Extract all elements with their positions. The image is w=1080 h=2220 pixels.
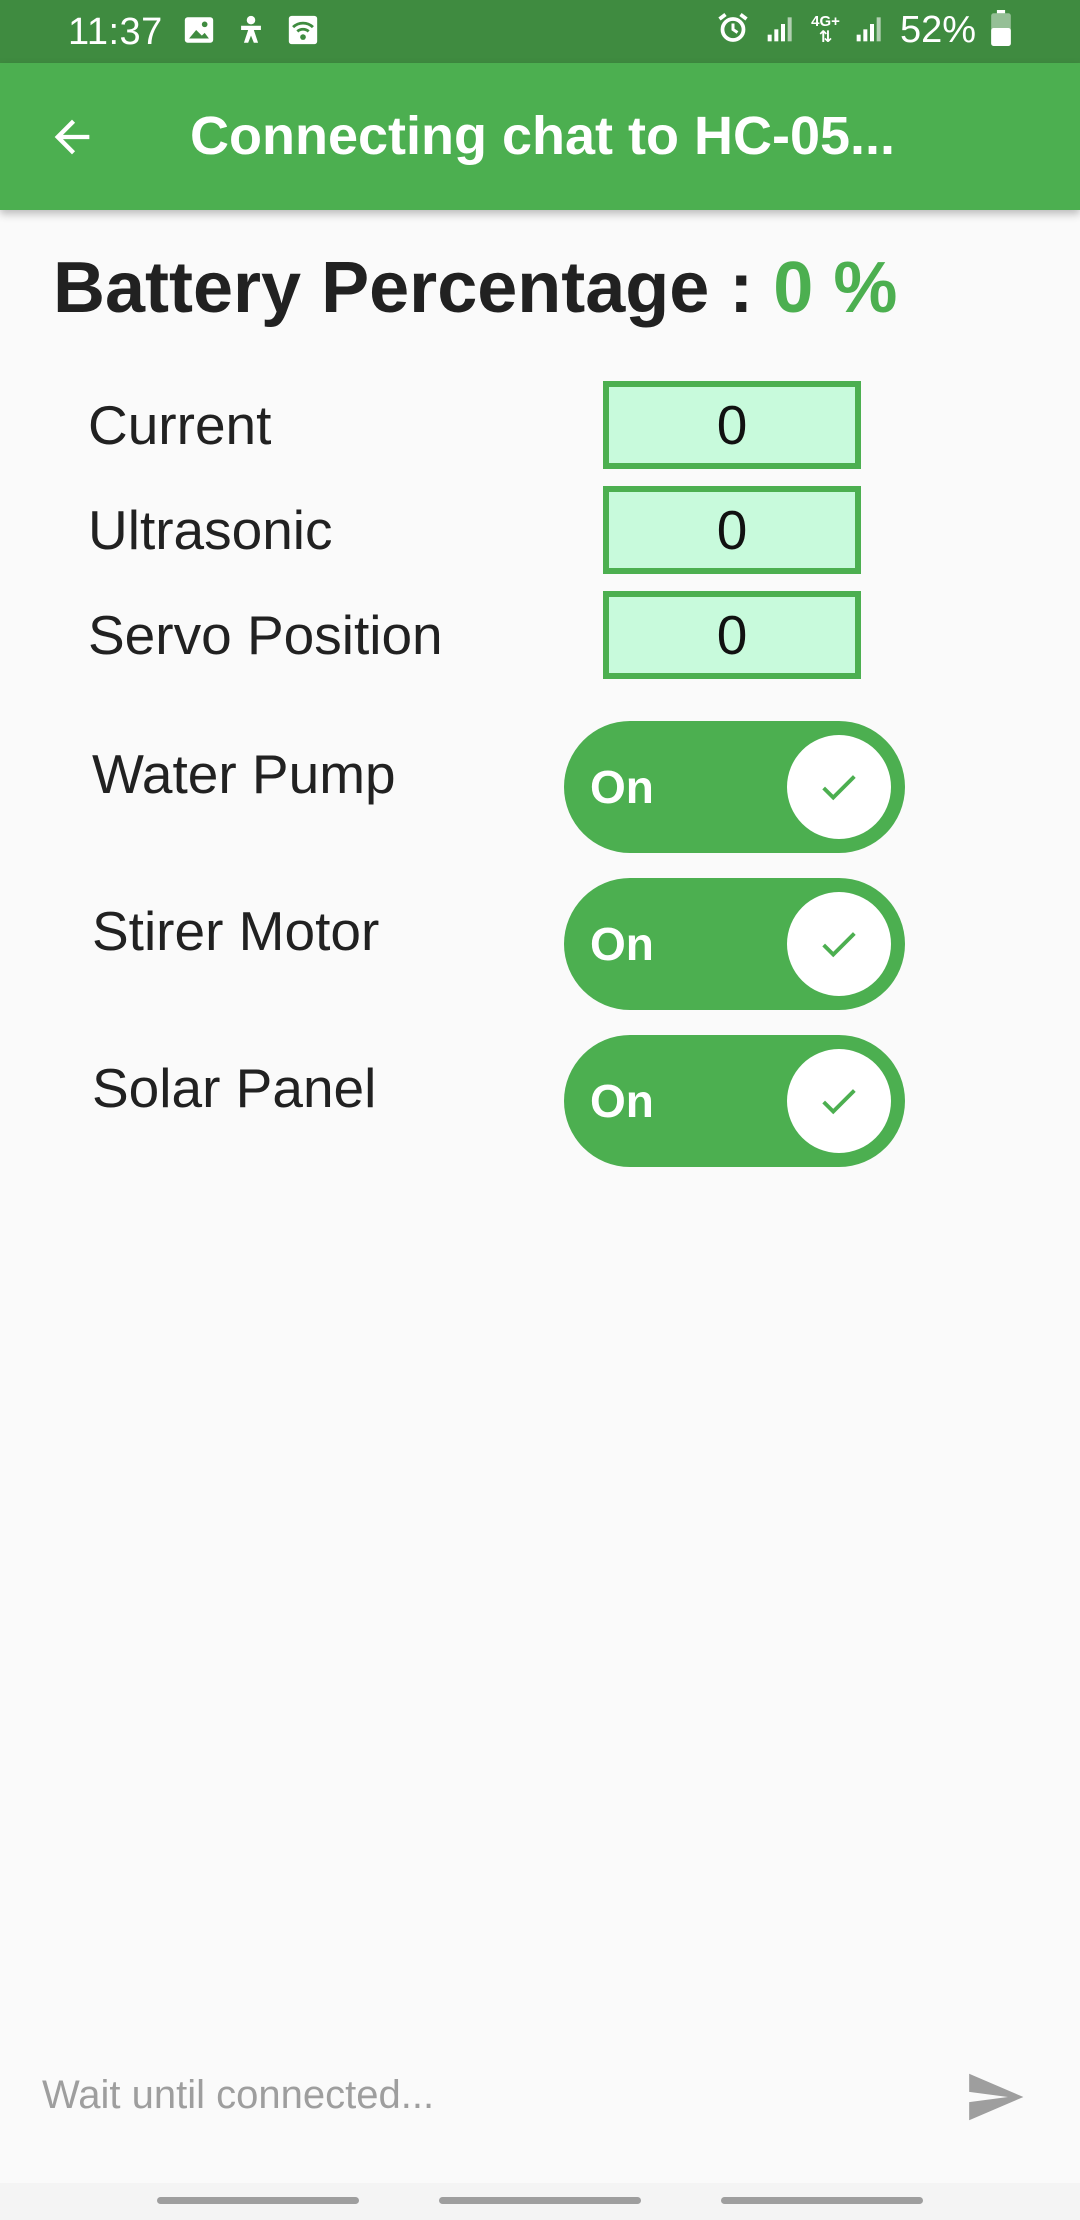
battery-label: Battery Percentage : [53,248,774,328]
back-button[interactable] [38,103,106,171]
send-button[interactable] [960,2062,1030,2132]
stirer-motor-toggle[interactable]: On [564,878,905,1010]
accessibility-icon [234,13,268,52]
battery-icon [990,9,1012,51]
nav-back-button[interactable] [721,2197,923,2204]
battery-value: 0 % [773,248,898,328]
ultrasonic-value-box: 0 [603,486,861,574]
current-label: Current [88,394,272,456]
arrow-back-icon [54,119,90,155]
status-time: 11:37 [68,11,163,53]
current-value-box: 0 [603,381,861,469]
page-title: Connecting chat to HC-05... [190,106,896,166]
ultrasonic-label: Ultrasonic [88,499,333,561]
water-pump-knob [787,735,891,839]
stirer-motor-state: On [590,918,654,970]
solar-panel-label: Solar Panel [92,1057,377,1119]
servo-position-value: 0 [716,604,748,666]
network-type-icon: 4G+ ⇅ [811,13,840,46]
water-pump-toggle[interactable]: On [564,721,905,853]
nav-recents-button[interactable] [157,2197,359,2204]
ultrasonic-value: 0 [716,499,748,561]
network-type-label: 4G+ [811,13,840,30]
message-input[interactable] [42,2060,922,2130]
alarm-icon [715,10,751,51]
stirer-motor-label: Stirer Motor [92,900,380,962]
solar-panel-toggle[interactable]: On [564,1035,905,1167]
app-bar: Connecting chat to HC-05... [0,63,1080,210]
solar-panel-knob [787,1049,891,1153]
water-pump-label: Water Pump [92,743,396,805]
wifi-hotspot-icon [286,13,320,52]
water-pump-state: On [590,761,654,813]
status-bar: 11:37 4G+ ⇅ 52% [0,0,1080,63]
battery-percentage: Battery Percentage : 0 % [53,245,897,331]
send-icon [969,2073,1024,2121]
current-value: 0 [716,394,748,456]
check-icon [822,932,856,958]
signal-icon-secondary [854,12,886,49]
signal-icon [765,12,797,49]
stirer-motor-knob [787,892,891,996]
check-icon [822,775,856,801]
status-system-icons: 4G+ ⇅ 52% [715,8,1012,52]
check-icon [822,1089,856,1115]
status-notification-icons [182,13,320,52]
servo-position-label: Servo Position [88,604,443,666]
navigation-bar [0,2183,1080,2220]
nav-home-button[interactable] [439,2197,641,2204]
solar-panel-state: On [590,1075,654,1127]
servo-position-value-box: 0 [603,591,861,679]
gallery-icon [182,13,216,52]
battery-percent: 52% [899,9,976,51]
